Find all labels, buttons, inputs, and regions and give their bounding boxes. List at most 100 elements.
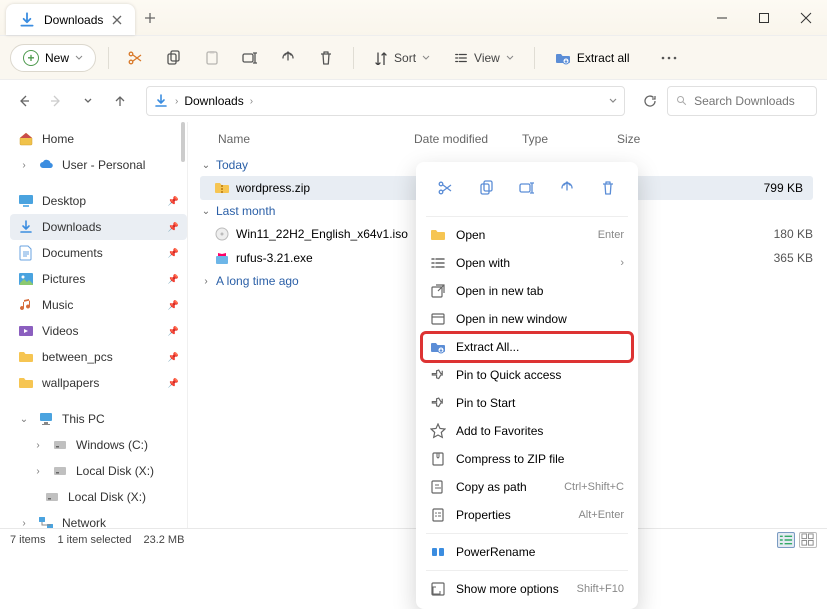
new-tab-button[interactable] (135, 0, 165, 35)
chevron-right-icon[interactable]: › (32, 466, 44, 477)
more-button[interactable] (654, 43, 684, 73)
ctx-open[interactable]: OpenEnter (422, 221, 632, 249)
sidebar-item-this-pc[interactable]: ⌄This PC (10, 406, 187, 432)
col-type[interactable]: Type (522, 132, 617, 146)
grid-icon (801, 533, 815, 547)
details-view-button[interactable] (777, 532, 795, 548)
rename-icon (519, 180, 535, 196)
paste-button[interactable] (197, 43, 227, 73)
new-tab-icon (430, 283, 446, 299)
sidebar-item-music[interactable]: Music📌 (10, 292, 187, 318)
sidebar-item-local-disk-x2[interactable]: Local Disk (X:) (10, 484, 187, 510)
pin-icon: 📌 (168, 378, 179, 389)
new-window-icon (430, 311, 446, 327)
dots-icon (661, 56, 677, 60)
extract-icon (430, 339, 446, 355)
search-box[interactable] (667, 86, 817, 116)
ctx-open-new-window[interactable]: Open in new window (422, 305, 632, 333)
minimize-button[interactable] (701, 0, 743, 35)
sidebar-item-user[interactable]: ›User - Personal (10, 152, 187, 178)
ctx-open-new-tab[interactable]: Open in new tab (422, 277, 632, 305)
context-menu: OpenEnter Open with› Open in new tab Ope… (416, 162, 638, 609)
address-bar[interactable]: › Downloads › (146, 86, 625, 116)
view-icon (430, 255, 446, 271)
rename-button[interactable] (235, 43, 265, 73)
picture-icon (18, 271, 34, 287)
sidebar-item-desktop[interactable]: Desktop📌 (10, 188, 187, 214)
pin-icon: 📌 (168, 352, 179, 363)
breadcrumb[interactable]: Downloads (184, 94, 243, 108)
refresh-button[interactable] (637, 88, 663, 114)
ctx-copy-button[interactable] (473, 174, 501, 202)
tab-downloads[interactable]: Downloads (6, 4, 135, 35)
chevron-down-icon[interactable]: ⌄ (18, 414, 30, 425)
sidebar-item-between-pcs[interactable]: between_pcs📌 (10, 344, 187, 370)
ctx-add-favorites[interactable]: Add to Favorites (422, 417, 632, 445)
share-button[interactable] (273, 43, 303, 73)
ctx-delete-button[interactable] (594, 174, 622, 202)
refresh-icon (643, 94, 657, 108)
sidebar-item-videos[interactable]: Videos📌 (10, 318, 187, 344)
view-button[interactable]: View (446, 47, 522, 69)
close-window-button[interactable] (785, 0, 827, 35)
sidebar-item-wallpapers[interactable]: wallpapers📌 (10, 370, 187, 396)
back-button[interactable] (10, 87, 38, 115)
pin-icon: 📌 (168, 274, 179, 285)
sidebar-item-downloads[interactable]: Downloads📌 (10, 214, 187, 240)
sidebar-item-pictures[interactable]: Pictures📌 (10, 266, 187, 292)
trash-icon (600, 180, 616, 196)
chevron-right-icon[interactable]: › (32, 440, 44, 451)
chevron-down-icon[interactable] (608, 96, 618, 106)
ctx-cut-button[interactable] (432, 174, 460, 202)
folder-icon (18, 375, 34, 391)
chevron-down-icon (422, 54, 430, 62)
new-button[interactable]: + New (10, 44, 96, 72)
view-icon (454, 51, 468, 65)
pin-icon (430, 367, 446, 383)
pin-icon (430, 395, 446, 411)
sidebar-item-home[interactable]: Home (10, 126, 187, 152)
plus-circle-icon: + (23, 50, 39, 66)
ctx-extract-all[interactable]: Extract All... (422, 333, 632, 361)
chevron-down-icon (83, 96, 93, 106)
ctx-pin-start[interactable]: Pin to Start (422, 389, 632, 417)
arrow-up-icon (113, 94, 127, 108)
col-size[interactable]: Size (617, 132, 640, 146)
maximize-button[interactable] (743, 0, 785, 35)
cut-button[interactable] (121, 43, 151, 73)
sort-button[interactable]: Sort (366, 47, 438, 69)
tab-title: Downloads (44, 13, 103, 27)
ctx-compress[interactable]: Compress to ZIP file (422, 445, 632, 473)
recent-button[interactable] (74, 87, 102, 115)
ctx-open-with[interactable]: Open with› (422, 249, 632, 277)
chevron-right-icon[interactable]: › (18, 160, 30, 171)
sidebar-item-windows-c[interactable]: ›Windows (C:) (10, 432, 187, 458)
ctx-properties[interactable]: PropertiesAlt+Enter (422, 501, 632, 529)
ctx-power-rename[interactable]: PowerRename (422, 538, 632, 566)
copy-icon (166, 50, 182, 66)
copy-button[interactable] (159, 43, 189, 73)
arrow-right-icon (49, 94, 63, 108)
ctx-share-button[interactable] (553, 174, 581, 202)
sidebar-item-local-disk-x[interactable]: ›Local Disk (X:) (10, 458, 187, 484)
ctx-copy-path[interactable]: Copy as pathCtrl+Shift+C (422, 473, 632, 501)
ctx-pin-quick[interactable]: Pin to Quick access (422, 361, 632, 389)
col-date[interactable]: Date modified (414, 132, 522, 146)
chevron-right-icon[interactable]: › (18, 518, 30, 529)
close-icon[interactable] (111, 14, 123, 26)
disk-icon (44, 489, 60, 505)
col-name[interactable]: Name (218, 132, 414, 146)
search-input[interactable] (694, 94, 808, 108)
large-icons-button[interactable] (799, 532, 817, 548)
share-icon (280, 50, 296, 66)
ctx-show-more[interactable]: Show more optionsShift+F10 (422, 575, 632, 603)
separator (426, 216, 628, 217)
up-button[interactable] (106, 87, 134, 115)
exe-icon (214, 250, 230, 266)
forward-button[interactable] (42, 87, 70, 115)
delete-button[interactable] (311, 43, 341, 73)
ctx-rename-button[interactable] (513, 174, 541, 202)
sidebar-item-documents[interactable]: Documents📌 (10, 240, 187, 266)
sidebar-item-network[interactable]: ›Network (10, 510, 187, 528)
extract-all-button[interactable]: Extract all (547, 46, 638, 70)
